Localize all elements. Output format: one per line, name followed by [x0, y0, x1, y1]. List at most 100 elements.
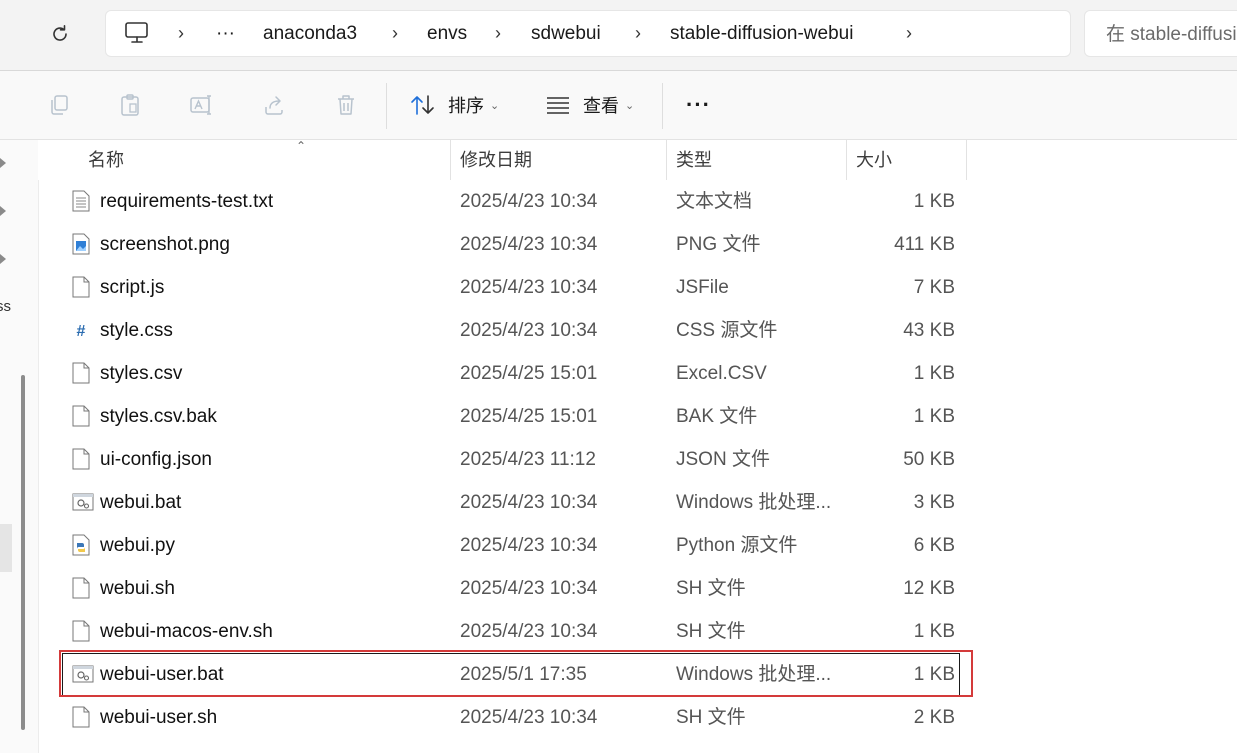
file-name[interactable]: ui-config.json	[100, 438, 212, 481]
file-icon	[72, 620, 90, 642]
file-row[interactable]: webui-macos-env.sh 2025/4/23 10:34 SH 文件 1 …	[62, 610, 960, 653]
breadcrumb[interactable]: › ··· anaconda3 › envs › sdwebui › stabl…	[105, 10, 1071, 57]
file-size: 411 KB	[894, 234, 955, 255]
column-header-type[interactable]: 类型	[676, 140, 712, 180]
delete-button[interactable]	[333, 92, 359, 118]
share-button[interactable]	[261, 92, 287, 118]
column-divider[interactable]	[966, 140, 967, 180]
file-name[interactable]: webui-macos-env.sh	[100, 610, 273, 653]
file-size: 1 KB	[913, 191, 955, 212]
file-row[interactable]: styles.csv 2025/4/25 15:01 Excel.CSV 1 KB	[62, 352, 960, 395]
nav-scrollbar[interactable]	[21, 375, 25, 730]
column-header-name[interactable]: 名称	[88, 140, 124, 180]
chevron-right-icon[interactable]: ›	[178, 11, 184, 56]
file-size: 50 KB	[903, 449, 955, 470]
file-name[interactable]: screenshot.png	[100, 223, 230, 266]
file-row[interactable]: script.js 2025/4/23 10:34 JSFile 7 KB	[62, 266, 960, 309]
file-row[interactable]: # style.css 2025/4/23 10:34 CSS 源文件 43 KB	[62, 309, 960, 352]
file-type: Windows 批处理...	[676, 492, 832, 513]
sort-button[interactable]: 排序 ⌄	[410, 88, 499, 122]
navigation-pane[interactable]: ss	[0, 140, 39, 753]
copy-button[interactable]	[46, 92, 72, 118]
chevron-right-icon[interactable]: ›	[635, 11, 641, 56]
breadcrumb-item-stable-diffusion-webui[interactable]: stable-diffusion-webui	[670, 11, 853, 56]
file-date: 2025/4/25 15:01	[460, 363, 598, 384]
column-divider[interactable]	[846, 140, 847, 180]
file-name[interactable]: styles.csv.bak	[100, 395, 217, 438]
rename-icon	[190, 95, 211, 115]
file-date: 2025/4/23 10:34	[460, 578, 598, 599]
more-icon: ···	[686, 92, 711, 117]
file-size: 6 KB	[913, 535, 955, 556]
file-name[interactable]: script.js	[100, 266, 164, 309]
file-row[interactable]: webui.bat 2025/4/23 10:34 Windows 批处理... 3 …	[62, 481, 960, 524]
file-name[interactable]: styles.csv	[100, 352, 182, 395]
column-header-size[interactable]: 大小	[856, 140, 892, 180]
copy-icon	[51, 95, 68, 115]
more-options-button[interactable]: ···	[686, 88, 711, 122]
highlight-annotation-box	[59, 650, 973, 697]
command-bar: 排序 ⌄ 查看 ⌄ ···	[0, 71, 1237, 140]
svg-text:#: #	[77, 323, 86, 340]
python-file-icon	[72, 534, 90, 556]
file-size: 2 KB	[913, 707, 955, 728]
breadcrumb-item-anaconda3[interactable]: anaconda3	[263, 11, 357, 56]
column-divider[interactable]	[666, 140, 667, 180]
file-type: JSON 文件	[676, 449, 770, 470]
file-name[interactable]: webui-user.sh	[100, 696, 217, 739]
toolbar-divider	[386, 83, 387, 129]
nav-item-label[interactable]: ss	[0, 298, 11, 315]
file-name[interactable]: requirements-test.txt	[100, 180, 273, 223]
file-date: 2025/4/23 10:34	[460, 535, 598, 556]
file-row[interactable]: requirements-test.txt 2025/4/23 10:34 文本文档…	[62, 180, 960, 223]
breadcrumb-item-envs[interactable]: envs	[427, 11, 467, 56]
share-icon	[265, 96, 283, 115]
expand-arrow-icon[interactable]	[0, 254, 6, 264]
paste-button[interactable]	[117, 92, 143, 118]
chevron-right-icon[interactable]: ›	[392, 11, 398, 56]
file-row[interactable]: ui-config.json 2025/4/23 11:12 JSON 文件 50 K…	[62, 438, 960, 481]
chevron-right-icon[interactable]: ›	[495, 11, 501, 56]
file-date: 2025/4/23 10:34	[460, 234, 598, 255]
column-header: ⌃ 名称 修改日期 类型 大小	[38, 139, 1237, 180]
text-file-icon	[72, 190, 90, 212]
chevron-right-icon[interactable]: ›	[906, 11, 912, 56]
computer-icon[interactable]	[124, 21, 150, 50]
file-row[interactable]: webui-user.sh 2025/4/23 10:34 SH 文件 2 KB	[62, 696, 960, 739]
search-input[interactable]: 在 stable-diffusion-webui 中搜索	[1084, 10, 1237, 57]
sort-label: 排序	[448, 96, 484, 116]
view-button[interactable]: 查看 ⌄	[545, 88, 634, 122]
file-size: 1 KB	[913, 406, 955, 427]
breadcrumb-item-sdwebui[interactable]: sdwebui	[531, 11, 601, 56]
file-date: 2025/4/23 10:34	[460, 320, 598, 341]
file-size: 1 KB	[913, 621, 955, 642]
file-type: PNG 文件	[676, 234, 761, 255]
file-type: SH 文件	[676, 621, 746, 642]
breadcrumb-overflow[interactable]: ···	[216, 11, 235, 56]
file-size: 7 KB	[913, 277, 955, 298]
sort-ascending-icon: ⌃	[296, 139, 307, 153]
file-row[interactable]: screenshot.png 2025/4/23 10:34 PNG 文件 411 K…	[62, 223, 960, 266]
column-divider[interactable]	[450, 140, 451, 180]
column-header-date[interactable]: 修改日期	[460, 140, 532, 180]
file-type: Excel.CSV	[676, 363, 767, 384]
expand-arrow-icon[interactable]	[0, 206, 6, 216]
refresh-icon	[53, 25, 67, 41]
file-name[interactable]: style.css	[100, 309, 173, 352]
file-date: 2025/4/23 10:34	[460, 621, 598, 642]
file-size: 12 KB	[903, 578, 955, 599]
file-row[interactable]: styles.csv.bak 2025/4/25 15:01 BAK 文件 1 KB	[62, 395, 960, 438]
rename-button[interactable]	[189, 92, 215, 118]
toolbar-divider	[662, 83, 663, 129]
file-row[interactable]: webui.py 2025/4/23 10:34 Python 源文件 6 KB	[62, 524, 960, 567]
file-date: 2025/4/23 10:34	[460, 492, 598, 513]
file-name[interactable]: webui.py	[100, 524, 175, 567]
address-bar-area: › ··· anaconda3 › envs › sdwebui › stabl…	[0, 0, 1237, 71]
expand-arrow-icon[interactable]	[0, 158, 6, 168]
refresh-button[interactable]	[46, 20, 74, 48]
file-date: 2025/4/23 10:34	[460, 277, 598, 298]
file-name[interactable]: webui.sh	[100, 567, 175, 610]
file-name[interactable]: webui.bat	[100, 481, 181, 524]
nav-selected-item[interactable]	[0, 524, 12, 572]
file-row[interactable]: webui.sh 2025/4/23 10:34 SH 文件 12 KB	[62, 567, 960, 610]
